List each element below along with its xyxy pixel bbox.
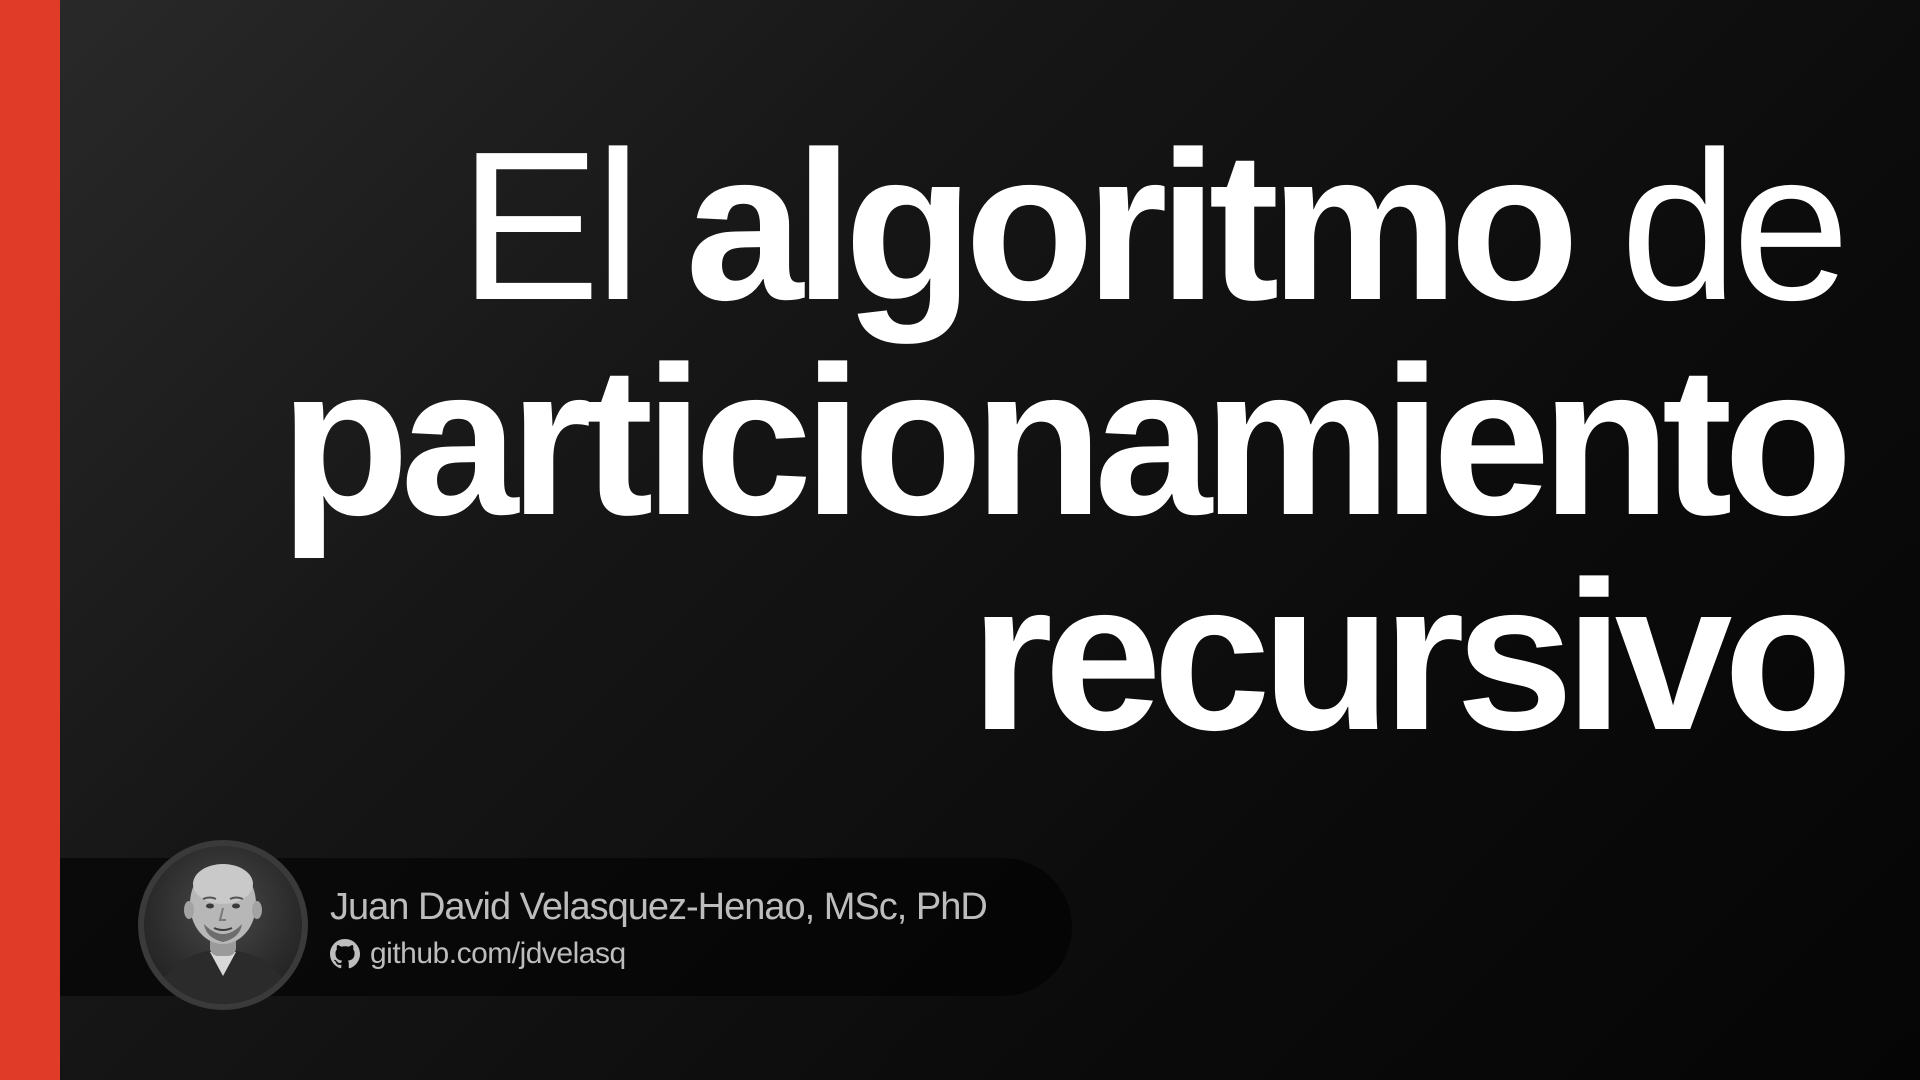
github-icon: [330, 939, 360, 969]
title-word-de: de: [1620, 107, 1850, 344]
title-line-2: particionamiento: [279, 322, 1853, 559]
title-slide: El algoritmo de particionamiento recursi…: [0, 0, 1920, 1080]
title-line-3: recursivo: [970, 537, 1853, 774]
person-photo-icon: [154, 864, 292, 1004]
github-link-text: github.com/jdvelasq: [370, 937, 626, 970]
github-link[interactable]: github.com/jdvelasq: [330, 934, 626, 974]
title-word-algoritmo: algoritmo: [685, 107, 1579, 344]
slide-title: El algoritmo de particionamiento recursi…: [104, 118, 1853, 774]
author-name: Juan David Velasquez-Henao, MSc, PhD: [330, 886, 988, 928]
author-avatar: [138, 840, 308, 1010]
title-word-el: El: [459, 107, 641, 344]
title-line-1: El algoritmo de: [104, 118, 1850, 333]
accent-bar: [0, 0, 60, 1080]
